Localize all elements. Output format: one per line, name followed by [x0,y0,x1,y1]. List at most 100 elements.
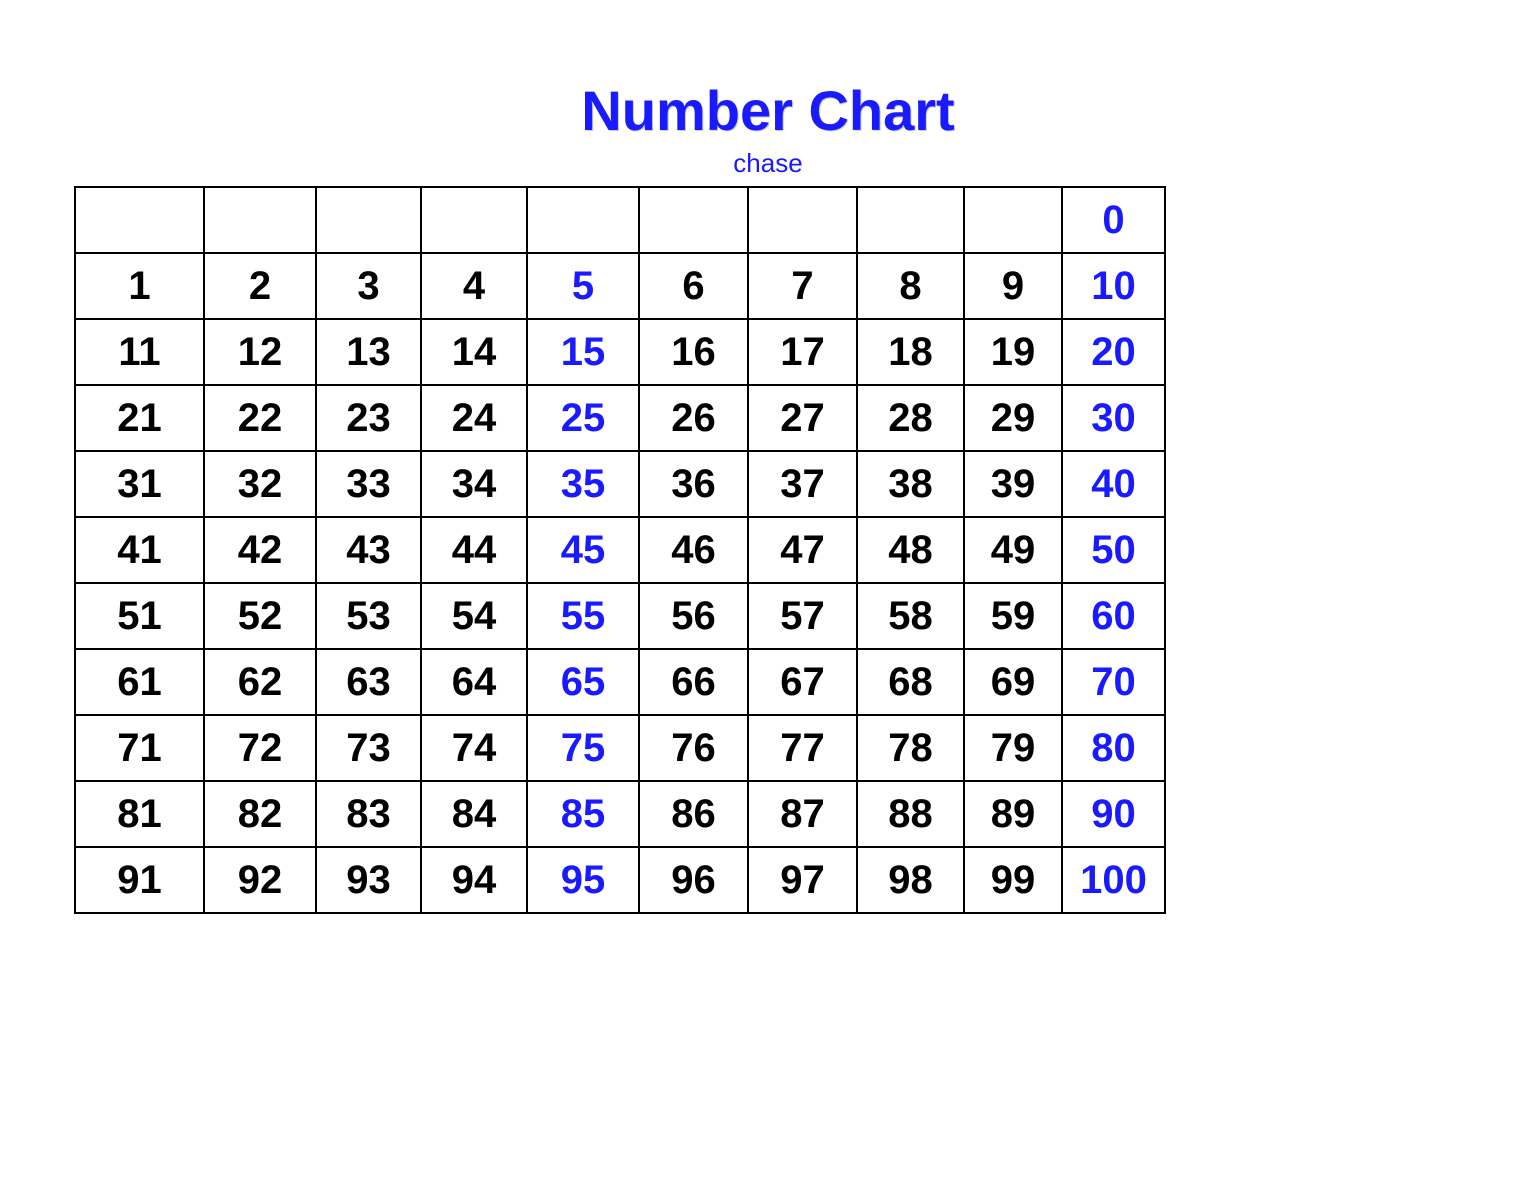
number-chart-grid: 0123456789101112131415161718192021222324… [74,186,1166,914]
number-cell: 74 [421,715,527,781]
number-cell: 14 [421,319,527,385]
number-cell: 90 [1062,781,1165,847]
number-cell: 64 [421,649,527,715]
number-cell: 25 [527,385,639,451]
number-cell: 99 [964,847,1062,913]
number-cell: 76 [639,715,748,781]
number-cell: 27 [748,385,857,451]
number-cell: 4 [421,253,527,319]
number-cell: 89 [964,781,1062,847]
number-cell: 26 [639,385,748,451]
number-cell: 98 [857,847,964,913]
number-cell [748,187,857,253]
number-cell: 59 [964,583,1062,649]
number-cell: 19 [964,319,1062,385]
number-cell: 9 [964,253,1062,319]
number-cell: 66 [639,649,748,715]
number-cell: 47 [748,517,857,583]
number-cell: 23 [316,385,421,451]
table-row: 31323334353637383940 [75,451,1165,517]
number-cell: 53 [316,583,421,649]
number-cell: 44 [421,517,527,583]
number-cell: 37 [748,451,857,517]
number-cell: 8 [857,253,964,319]
number-cell: 70 [1062,649,1165,715]
number-cell: 32 [204,451,316,517]
number-cell [857,187,964,253]
number-cell: 62 [204,649,316,715]
number-cell: 49 [964,517,1062,583]
number-cell [639,187,748,253]
number-cell: 21 [75,385,204,451]
number-cell: 52 [204,583,316,649]
number-cell: 33 [316,451,421,517]
number-cell: 80 [1062,715,1165,781]
table-row: 11121314151617181920 [75,319,1165,385]
number-cell: 68 [857,649,964,715]
number-cell: 39 [964,451,1062,517]
table-row: 81828384858687888990 [75,781,1165,847]
number-cell: 29 [964,385,1062,451]
number-cell: 12 [204,319,316,385]
number-cell: 24 [421,385,527,451]
number-cell: 5 [527,253,639,319]
number-cell: 48 [857,517,964,583]
number-cell: 93 [316,847,421,913]
number-cell: 96 [639,847,748,913]
table-row: 0 [75,187,1165,253]
table-row: 21222324252627282930 [75,385,1165,451]
number-cell: 88 [857,781,964,847]
number-cell: 34 [421,451,527,517]
number-cell: 94 [421,847,527,913]
number-cell [527,187,639,253]
number-cell: 63 [316,649,421,715]
number-cell: 2 [204,253,316,319]
number-cell: 18 [857,319,964,385]
number-cell: 35 [527,451,639,517]
number-cell: 86 [639,781,748,847]
number-cell: 75 [527,715,639,781]
number-cell: 6 [639,253,748,319]
number-cell: 78 [857,715,964,781]
number-cell: 45 [527,517,639,583]
page-subtitle: chase [0,148,1536,179]
number-cell: 100 [1062,847,1165,913]
number-cell: 43 [316,517,421,583]
number-cell: 28 [857,385,964,451]
number-cell: 72 [204,715,316,781]
number-cell: 73 [316,715,421,781]
number-cell: 0 [1062,187,1165,253]
table-row: 12345678910 [75,253,1165,319]
number-cell [316,187,421,253]
number-cell [75,187,204,253]
number-cell: 38 [857,451,964,517]
table-row: 61626364656667686970 [75,649,1165,715]
number-cell: 16 [639,319,748,385]
number-cell: 82 [204,781,316,847]
number-cell: 46 [639,517,748,583]
number-cell: 42 [204,517,316,583]
table-row: 41424344454647484950 [75,517,1165,583]
number-cell: 10 [1062,253,1165,319]
number-cell: 36 [639,451,748,517]
number-cell: 3 [316,253,421,319]
number-cell: 20 [1062,319,1165,385]
number-cell: 61 [75,649,204,715]
number-cell: 7 [748,253,857,319]
number-cell: 60 [1062,583,1165,649]
number-cell: 55 [527,583,639,649]
number-cell: 84 [421,781,527,847]
table-row: 71727374757677787980 [75,715,1165,781]
number-cell: 71 [75,715,204,781]
page-title: Number Chart [0,78,1536,143]
number-cell: 41 [75,517,204,583]
number-cell: 69 [964,649,1062,715]
number-cell: 83 [316,781,421,847]
number-cell: 77 [748,715,857,781]
number-cell: 58 [857,583,964,649]
number-cell: 67 [748,649,857,715]
number-cell: 30 [1062,385,1165,451]
number-cell: 50 [1062,517,1165,583]
number-cell: 31 [75,451,204,517]
number-cell [421,187,527,253]
